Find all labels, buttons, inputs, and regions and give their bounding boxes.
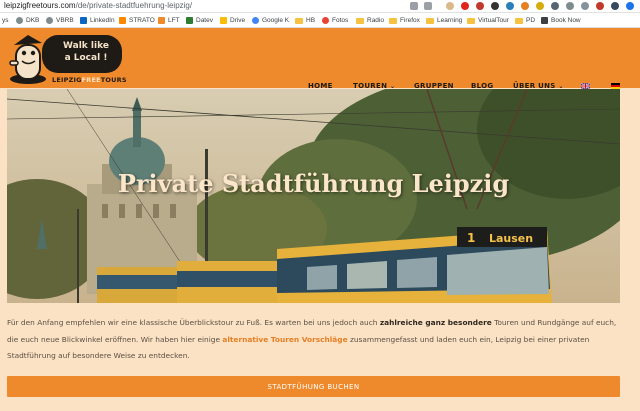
extension-icon[interactable] xyxy=(551,2,559,10)
highlight-text: zahlreiche ganz besondere xyxy=(379,318,492,327)
drive-icon xyxy=(220,17,227,24)
book-now-icon xyxy=(541,17,548,24)
book-tour-button[interactable]: STADTFÜHUNG BUCHEN xyxy=(7,376,620,397)
folder-icon xyxy=(515,17,523,24)
bookmark-fotos[interactable]: Fotos xyxy=(322,16,348,25)
bookmark-lft[interactable]: LFT xyxy=(158,16,180,25)
bookmark-firefox[interactable]: Firefox xyxy=(389,16,420,25)
page-title: Private Stadtführung Leipzig xyxy=(117,169,510,198)
folder-icon xyxy=(389,17,397,24)
url-path: /de/private-stadtfuehrung-leipzig/ xyxy=(75,1,193,10)
globe-icon xyxy=(16,17,23,24)
folder-icon xyxy=(426,17,434,24)
bookmark-vbrb[interactable]: VBRB xyxy=(46,16,74,25)
tram-sign-number: 1 xyxy=(467,231,475,245)
profile-avatar[interactable] xyxy=(626,2,634,10)
bookmark-pd[interactable]: PD xyxy=(515,16,535,25)
logo-slogan: Walk like a Local ! xyxy=(63,41,109,63)
bookmark-strato[interactable]: STRATO xyxy=(119,16,155,25)
bookmark-virtualtour[interactable]: VirtualTour xyxy=(467,16,509,25)
logo-wordmark: LEIPZIGFREETOURS xyxy=(52,76,127,84)
bookmark-radio[interactable]: Radio xyxy=(356,16,384,25)
extension-icon[interactable] xyxy=(566,2,574,10)
browser-address-bar[interactable]: leipzigfreetours.com/de/private-stadtfue… xyxy=(0,0,640,13)
url-text[interactable]: leipzigfreetours.com/de/private-stadtfue… xyxy=(4,1,192,10)
bookmark-google-k[interactable]: Google K xyxy=(252,16,289,25)
linkedin-icon xyxy=(80,17,87,24)
intro-paragraph: Für den Anfang empfehlen wir eine klassi… xyxy=(7,318,617,360)
lft-icon xyxy=(158,17,165,24)
datev-icon xyxy=(186,17,193,24)
bookmark-learning[interactable]: Learning xyxy=(426,16,462,25)
folder-icon xyxy=(356,17,364,24)
star-icon[interactable] xyxy=(424,2,432,10)
bookmark-datev[interactable]: Datev xyxy=(186,16,213,25)
folder-icon xyxy=(295,17,303,24)
extension-icon[interactable] xyxy=(461,2,469,10)
strato-icon xyxy=(119,17,126,24)
bookmark-linkedin[interactable]: LinkedIn xyxy=(80,16,115,25)
site-header: Walk like a Local ! LEIPZIGFREETOURS HOME… xyxy=(0,28,640,90)
site-logo[interactable]: Walk like a Local ! LEIPZIGFREETOURS xyxy=(8,31,127,85)
extension-icon[interactable] xyxy=(536,2,544,10)
extension-icon[interactable] xyxy=(446,2,454,10)
google-icon xyxy=(252,17,259,24)
alternative-tours-link[interactable]: alternative Touren Vorschläge xyxy=(222,335,347,344)
extension-icon[interactable] xyxy=(506,2,514,10)
hero-image: 1 Lausen Private Stadtführung Leipzig xyxy=(7,89,620,303)
extension-icon[interactable] xyxy=(611,2,619,10)
bookmarks-bar: ys DKB VBRB LinkedIn STRATO LFT Datev Dr… xyxy=(0,13,640,28)
extension-icon[interactable] xyxy=(596,2,604,10)
folder-icon xyxy=(467,17,475,24)
extension-icon[interactable] xyxy=(491,2,499,10)
bookmark-book-now[interactable]: Book Now xyxy=(541,16,581,25)
key-icon[interactable] xyxy=(410,2,418,10)
tram-sign-destination: Lausen xyxy=(489,232,533,245)
bookmark-hb[interactable]: HB xyxy=(295,16,315,25)
bookmark-drive[interactable]: Drive xyxy=(220,16,245,25)
bookmark-ys[interactable]: ys xyxy=(2,16,9,25)
bookmark-dkb[interactable]: DKB xyxy=(16,16,39,25)
extension-icon[interactable] xyxy=(521,2,529,10)
url-host: leipzigfreetours.com xyxy=(4,1,76,10)
photos-icon xyxy=(322,17,329,24)
globe-icon xyxy=(46,17,53,24)
extension-icon[interactable] xyxy=(476,2,484,10)
extension-icon[interactable] xyxy=(581,2,589,10)
